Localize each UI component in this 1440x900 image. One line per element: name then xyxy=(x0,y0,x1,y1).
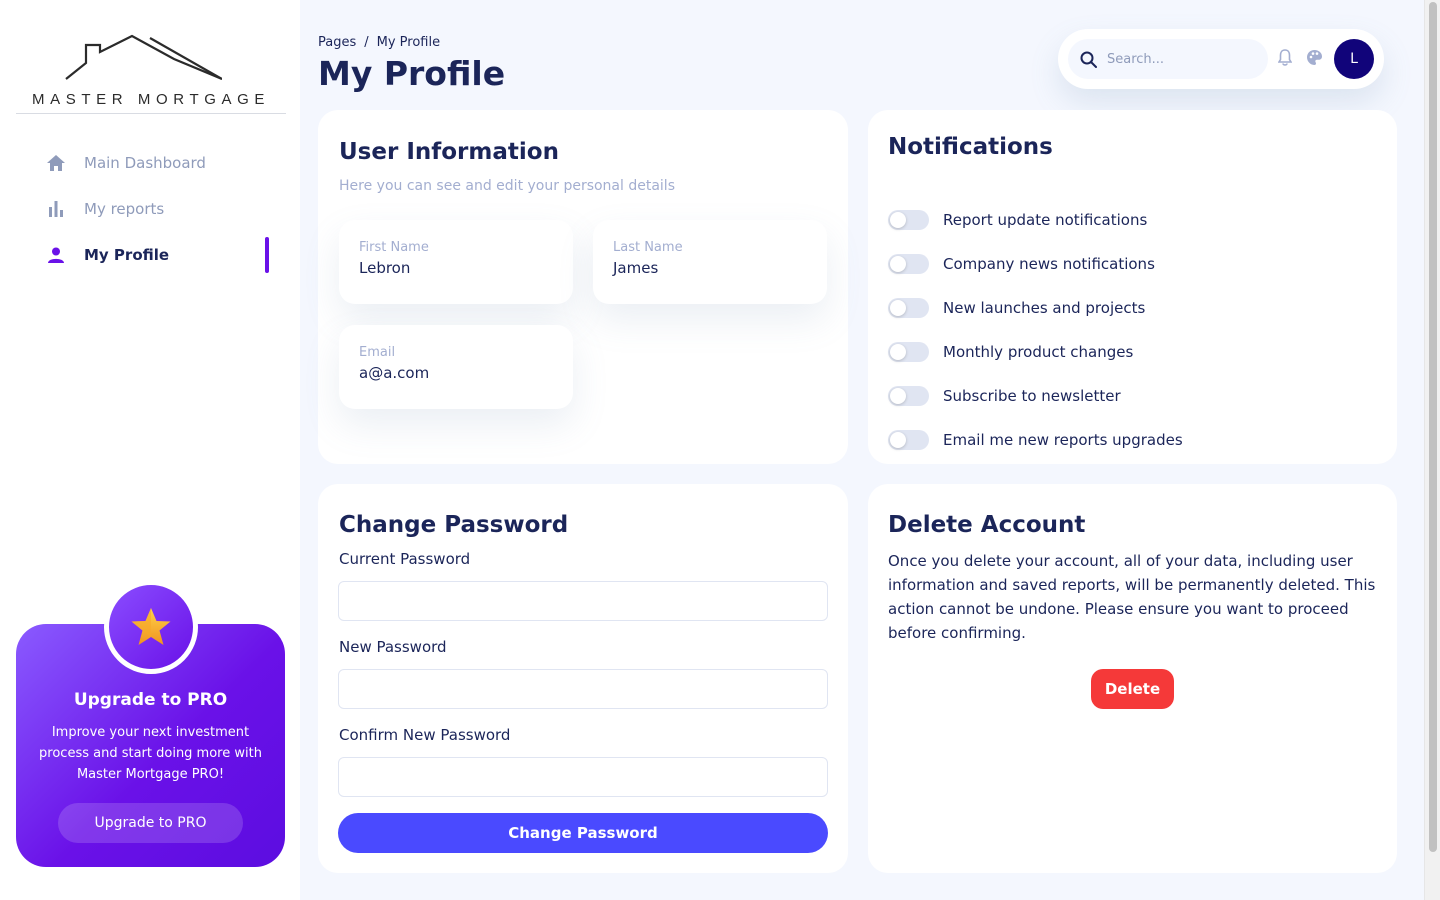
notification-label: Report update notifications xyxy=(943,211,1148,229)
user-information-subtitle: Here you can see and edit your personal … xyxy=(339,178,675,194)
notification-row: Subscribe to newsletter xyxy=(888,374,1183,418)
sidebar: MASTER MORTGAGE Main Dashboard My report… xyxy=(0,0,300,900)
notification-label: Subscribe to newsletter xyxy=(943,387,1121,405)
promo-title: Upgrade to PRO xyxy=(73,690,228,710)
home-icon xyxy=(46,153,66,173)
change-password-button[interactable]: Change Password xyxy=(338,813,828,853)
field-value: Lebron xyxy=(359,259,411,277)
field-label: First Name xyxy=(359,240,429,255)
brand-name: MASTER MORTGAGE xyxy=(32,91,270,108)
breadcrumb-separator: / xyxy=(364,35,369,50)
current-password-input[interactable] xyxy=(338,581,828,621)
bell-icon[interactable] xyxy=(1277,49,1296,69)
scrollbar[interactable] xyxy=(1424,0,1440,900)
change-password-title: Change Password xyxy=(339,512,569,538)
delete-account-card: Delete Account Once you delete your acco… xyxy=(868,484,1397,873)
sidebar-item-label: Main Dashboard xyxy=(84,154,206,172)
palette-icon[interactable] xyxy=(1306,49,1324,69)
notification-label: Company news notifications xyxy=(943,255,1155,273)
notification-toggle[interactable] xyxy=(888,254,929,274)
delete-account-warning: Once you delete your account, all of you… xyxy=(888,552,1376,642)
current-password-label: Current Password xyxy=(339,550,471,568)
notification-toggle[interactable] xyxy=(888,342,929,362)
avatar[interactable]: L xyxy=(1334,39,1374,79)
search-input[interactable] xyxy=(1107,51,1257,67)
user-information-title: User Information xyxy=(339,139,559,165)
star-icon xyxy=(131,608,171,645)
sidebar-nav: Main Dashboard My reports My Profile xyxy=(0,140,300,278)
promo-badge xyxy=(104,580,198,674)
notification-list: Report update notifications Company news… xyxy=(888,198,1183,462)
notification-row: Report update notifications xyxy=(888,198,1183,242)
notification-row: Email me new reports upgrades xyxy=(888,418,1183,462)
notification-toggle[interactable] xyxy=(888,386,929,406)
first-name-field[interactable]: First Name Lebron xyxy=(339,220,573,304)
bar-chart-icon xyxy=(46,199,66,219)
confirm-password-input[interactable] xyxy=(338,757,828,797)
notifications-title: Notifications xyxy=(888,134,1053,160)
delete-button[interactable]: Delete xyxy=(1091,669,1174,709)
notification-label: Monthly product changes xyxy=(943,343,1134,361)
page-title: My Profile xyxy=(318,54,506,93)
sidebar-item-my-reports[interactable]: My reports xyxy=(0,186,300,232)
brand-logo[interactable]: MASTER MORTGAGE xyxy=(16,28,286,114)
sidebar-item-label: My Profile xyxy=(84,246,170,264)
search-icon[interactable] xyxy=(1080,51,1097,68)
user-information-card: User Information Here you can see and ed… xyxy=(318,110,848,464)
new-password-label: New Password xyxy=(339,638,447,656)
house-roof-icon xyxy=(65,34,222,80)
notification-toggle[interactable] xyxy=(888,210,929,230)
notification-toggle[interactable] xyxy=(888,430,929,450)
notification-row: Monthly product changes xyxy=(888,330,1183,374)
new-password-input[interactable] xyxy=(338,669,828,709)
field-label: Email xyxy=(359,345,396,360)
breadcrumb-item-pages[interactable]: Pages xyxy=(318,35,356,50)
field-value: James xyxy=(613,259,659,277)
sidebar-item-my-profile[interactable]: My Profile xyxy=(0,232,300,278)
confirm-password-label: Confirm New Password xyxy=(339,726,511,744)
sidebar-item-main-dashboard[interactable]: Main Dashboard xyxy=(0,140,300,186)
last-name-field[interactable]: Last Name James xyxy=(593,220,827,304)
topbar: L xyxy=(1058,29,1384,89)
field-label: Last Name xyxy=(613,240,683,255)
delete-account-title: Delete Account xyxy=(888,512,1086,538)
change-password-card: Change Password Current Password New Pas… xyxy=(318,484,848,873)
notification-label: Email me new reports upgrades xyxy=(943,431,1183,449)
sidebar-item-label: My reports xyxy=(84,200,165,218)
upgrade-to-pro-button[interactable]: Upgrade to PRO xyxy=(58,803,243,843)
email-field[interactable]: Email a@a.com xyxy=(339,325,573,409)
notification-row: New launches and projects xyxy=(888,286,1183,330)
breadcrumb: Pages / My Profile xyxy=(318,35,440,50)
breadcrumb-item-current[interactable]: My Profile xyxy=(377,35,440,50)
notifications-card: Notifications Report update notification… xyxy=(868,110,1397,464)
promo-text: Improve your next investment process and… xyxy=(39,725,262,782)
search-box xyxy=(1068,39,1268,79)
notification-toggle[interactable] xyxy=(888,298,929,318)
notification-row: Company news notifications xyxy=(888,242,1183,286)
notification-label: New launches and projects xyxy=(943,299,1146,317)
upgrade-promo-card: Upgrade to PRO Improve your next investm… xyxy=(16,580,285,867)
scrollbar-thumb[interactable] xyxy=(1429,2,1437,852)
person-icon xyxy=(46,245,66,265)
field-value: a@a.com xyxy=(359,364,430,382)
